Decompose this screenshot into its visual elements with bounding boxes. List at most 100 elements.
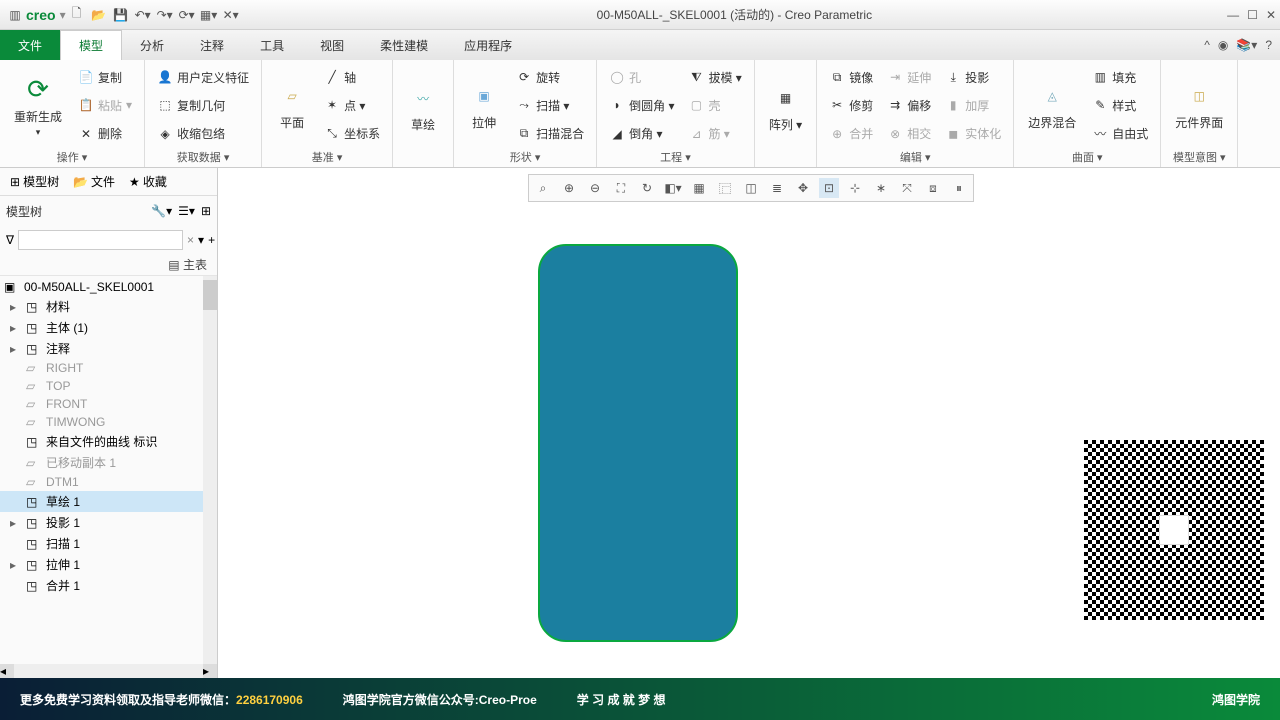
chevron-up-icon[interactable]: ^ xyxy=(1204,38,1210,52)
close-button[interactable]: ✕ xyxy=(1266,8,1276,22)
save-icon[interactable]: 💾 xyxy=(113,7,129,23)
plane-button[interactable]: ▱平面 xyxy=(270,64,314,147)
filter-icon[interactable]: ∇ xyxy=(6,233,14,247)
offset-button[interactable]: ⇉偏移 xyxy=(883,96,935,115)
refit-icon[interactable]: ⛶ xyxy=(611,178,631,198)
tab-annotate[interactable]: 注释 xyxy=(182,30,242,60)
clear-icon[interactable]: × xyxy=(187,233,194,247)
csys-button[interactable]: ⤡坐标系 xyxy=(320,124,384,143)
tree-item[interactable]: ▸◳主体 (1) xyxy=(0,317,217,338)
regen-icon[interactable]: ⟳▾ xyxy=(179,7,195,23)
tab-flex[interactable]: 柔性建模 xyxy=(362,30,446,60)
zoom-in-icon[interactable]: ⊕ xyxy=(559,178,579,198)
book-icon[interactable]: 📚▾ xyxy=(1236,38,1257,52)
h-scrollbar[interactable]: ◂▸ xyxy=(0,664,217,678)
zoom-out-icon[interactable]: ⊖ xyxy=(585,178,605,198)
paste-button[interactable]: 📋粘贴 ▾ xyxy=(74,96,136,115)
tree-item[interactable]: ▱RIGHT xyxy=(0,359,217,377)
delete-button[interactable]: ✕删除 xyxy=(74,124,136,143)
sidetab-modeltree[interactable]: ⊞模型树 xyxy=(4,171,65,192)
tree-item[interactable]: ▱TOP xyxy=(0,377,217,395)
sidetab-file[interactable]: 📂文件 xyxy=(67,171,121,192)
axis-button[interactable]: ╱轴 xyxy=(320,68,384,87)
merge-button[interactable]: ⊕合并 xyxy=(825,124,877,143)
annot-icon[interactable]: ✥ xyxy=(793,178,813,198)
tree-item[interactable]: ▱FRONT xyxy=(0,395,217,413)
close-icon[interactable]: ✕▾ xyxy=(223,7,239,23)
datum-disp-icon[interactable]: ⊡ xyxy=(819,178,839,198)
maximize-button[interactable]: ☐ xyxy=(1247,8,1258,22)
minimize-button[interactable]: — xyxy=(1227,8,1239,22)
zoom-fit-icon[interactable]: ⌕ xyxy=(533,178,553,198)
pattern-button[interactable]: ▦阵列 ▾ xyxy=(763,64,808,151)
tree-item[interactable]: ▱DTM1 xyxy=(0,473,217,491)
perspective-icon[interactable]: ◫ xyxy=(741,178,761,198)
scrollbar[interactable] xyxy=(203,276,217,664)
sweep-button[interactable]: ⤳扫描 ▾ xyxy=(512,96,588,115)
point-disp-icon[interactable]: ∗ xyxy=(871,178,891,198)
mirror-button[interactable]: ⧉镜像 xyxy=(825,68,877,87)
trim-button[interactable]: ✂修剪 xyxy=(825,96,877,115)
udf-button[interactable]: 👤用户定义特征 xyxy=(153,68,253,87)
columns-icon[interactable]: ⊞ xyxy=(201,204,211,218)
shell-button[interactable]: ▢壳 xyxy=(684,96,745,115)
table-icon[interactable]: ▤ xyxy=(168,258,179,272)
help-icon[interactable]: ? xyxy=(1265,38,1272,52)
tab-apps[interactable]: 应用程序 xyxy=(446,30,530,60)
tree-item[interactable]: ◳扫描 1 xyxy=(0,533,217,554)
extend-button[interactable]: ⇥延伸 xyxy=(883,68,935,87)
round-button[interactable]: ◗倒圆角 ▾ xyxy=(605,96,678,115)
csys-disp-icon[interactable]: ⤧ xyxy=(897,178,917,198)
model-tree[interactable]: ▣00-M50ALL-_SKEL0001 ▸◳材料▸◳主体 (1)▸◳注释▱RI… xyxy=(0,276,217,664)
tree-item[interactable]: ▱已移动副本 1 xyxy=(0,452,217,473)
redo-icon[interactable]: ↷▾ xyxy=(157,7,173,23)
new-icon[interactable]: 🗋 xyxy=(69,7,85,23)
tab-model[interactable]: 模型 xyxy=(60,30,122,60)
axis-disp-icon[interactable]: ⊹ xyxy=(845,178,865,198)
shrinkwrap-button[interactable]: ◈收缩包络 xyxy=(153,124,253,143)
canvas[interactable]: ⌕ ⊕ ⊖ ⛶ ↻ ◧▾ ▦ ⿸ ◫ ≣ ✥ ⊡ ⊹ ∗ ⤧ ⧈ ⏸ xyxy=(218,168,1280,678)
revolve-button[interactable]: ⟳旋转 xyxy=(512,68,588,87)
tree-item[interactable]: ▱TIMWONG xyxy=(0,413,217,431)
display-icon[interactable]: ◧▾ xyxy=(663,178,683,198)
regenerate-button[interactable]: ⟳ 重新生成▾ xyxy=(8,64,68,147)
plane-disp-icon[interactable]: ⧈ xyxy=(923,178,943,198)
hole-button[interactable]: ◯孔 xyxy=(605,68,678,87)
draft-button[interactable]: ⧨拔模 ▾ xyxy=(684,68,745,87)
solidify-button[interactable]: ◼实体化 xyxy=(941,124,1005,143)
tree-item[interactable]: ▸◳拉伸 1 xyxy=(0,554,217,575)
add-icon[interactable]: + xyxy=(208,233,215,247)
copy-button[interactable]: 📄复制 xyxy=(74,68,136,87)
model-surface[interactable] xyxy=(538,244,738,642)
tree-item[interactable]: ▸◳投影 1 xyxy=(0,512,217,533)
project-button[interactable]: ⤓投影 xyxy=(941,68,1005,87)
saved-view-icon[interactable]: ▦ xyxy=(689,178,709,198)
extrude-button[interactable]: ▣拉伸 xyxy=(462,64,506,147)
tree-item[interactable]: ◳来自文件的曲线 标识 xyxy=(0,431,217,452)
sketch-button[interactable]: 〰草绘 xyxy=(401,64,445,151)
pause-icon[interactable]: ⏸ xyxy=(949,178,969,198)
freeform-button[interactable]: 〰自由式 xyxy=(1088,124,1152,143)
tree-item[interactable]: ▸◳注释 xyxy=(0,338,217,359)
style-button[interactable]: ✎样式 xyxy=(1088,96,1152,115)
filter-input[interactable] xyxy=(18,230,183,250)
intersect-button[interactable]: ⊗相交 xyxy=(883,124,935,143)
chamfer-button[interactable]: ◢倒角 ▾ xyxy=(605,124,678,143)
tab-analysis[interactable]: 分析 xyxy=(122,30,182,60)
boundary-button[interactable]: ◬边界混合 xyxy=(1022,64,1082,147)
globe-icon[interactable]: ◉ xyxy=(1218,38,1228,52)
windows-icon[interactable]: ▦▾ xyxy=(201,7,217,23)
view-mgr-icon[interactable]: ⿸ xyxy=(715,178,735,198)
tab-view[interactable]: 视图 xyxy=(302,30,362,60)
point-button[interactable]: ✶点 ▾ xyxy=(320,96,384,115)
sidetab-fav[interactable]: ★收藏 xyxy=(123,171,173,192)
copygeom-button[interactable]: ⬚复制几何 xyxy=(153,96,253,115)
rib-button[interactable]: ⊿筋 ▾ xyxy=(684,124,745,143)
settings-icon[interactable]: 🔧▾ xyxy=(151,204,172,218)
open-icon[interactable]: 📂 xyxy=(91,7,107,23)
show-icon[interactable]: ☰▾ xyxy=(178,204,195,218)
tree-item[interactable]: ▸◳材料 xyxy=(0,296,217,317)
tree-item[interactable]: ◳合并 1 xyxy=(0,575,217,596)
compif-button[interactable]: ◫元件界面 xyxy=(1169,64,1229,147)
file-menu[interactable]: 文件 xyxy=(0,30,60,60)
